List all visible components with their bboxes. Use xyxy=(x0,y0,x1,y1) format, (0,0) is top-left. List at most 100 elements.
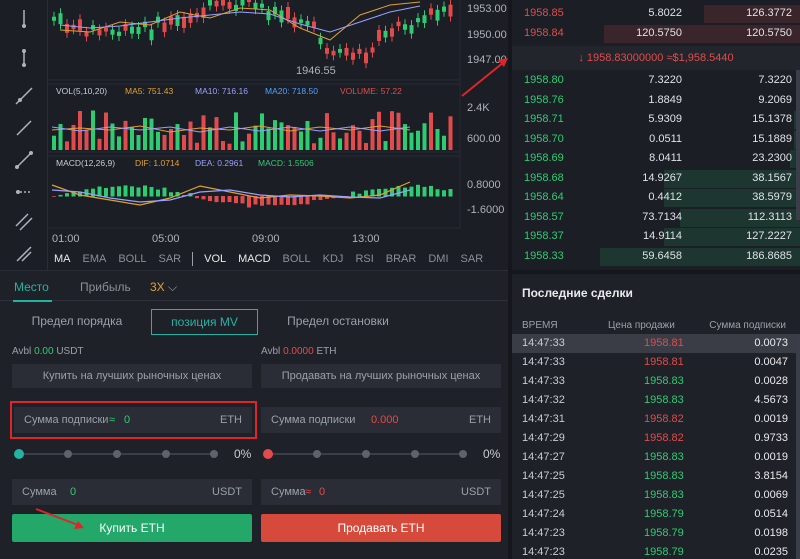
macd-histogram-bar xyxy=(117,186,121,197)
bid-total: 186.8685 xyxy=(746,249,792,262)
candle-body xyxy=(435,9,440,21)
recent-trades: Последние сделки ВРЕМЯ Цена продажи Сумм… xyxy=(512,270,800,559)
volume-bar xyxy=(247,133,251,150)
ask-row[interactable]: 1958.85 5.8022 126.3772 xyxy=(512,4,800,24)
bid-row[interactable]: 1958.69 8.0411 23.2300 xyxy=(512,149,800,169)
volume-bar xyxy=(195,142,199,150)
tab-ma[interactable]: MA xyxy=(48,253,77,265)
candle-body xyxy=(260,3,264,8)
tab-kdj[interactable]: KDJ xyxy=(317,253,350,265)
slider-handle[interactable] xyxy=(14,449,24,459)
volume-bar xyxy=(156,131,160,150)
tab-market-order[interactable]: позиция MV xyxy=(151,309,258,335)
tab-place-order[interactable]: Место xyxy=(13,280,52,302)
segment-tool-icon[interactable] xyxy=(14,150,34,170)
tab-macd[interactable]: MACD xyxy=(232,253,276,265)
bid-row[interactable]: 1958.57 73.7134 112.3113 xyxy=(512,208,800,228)
sell-percent-slider[interactable]: 0% xyxy=(261,447,505,461)
sell-total-input[interactable]: Сумма ≈ 0 USDT xyxy=(261,479,501,505)
sell-eth-button[interactable]: Продавать ETH xyxy=(261,514,501,542)
tab-limit-order[interactable]: Предел порядка xyxy=(12,309,142,335)
volume-bar xyxy=(149,118,154,150)
slider-stop-100[interactable] xyxy=(459,450,467,458)
slider-stop-75[interactable] xyxy=(162,450,170,458)
vol-tick-1: 2.4K xyxy=(467,102,490,114)
parallel-channel-tool-icon[interactable] xyxy=(14,212,34,232)
macd-legend-macd: MACD: 1.5506 xyxy=(258,158,314,168)
ask-amount: 120.5750 xyxy=(636,27,682,39)
trade-qty: 0.0019 xyxy=(754,451,788,463)
tab-ema[interactable]: EMA xyxy=(77,253,113,265)
candle-body xyxy=(97,29,102,36)
tab-rsi[interactable]: RSI xyxy=(349,253,379,265)
macd-histogram-bar xyxy=(279,196,284,205)
trade-price: 1958.83 xyxy=(644,451,684,463)
trend-line-tool-icon[interactable] xyxy=(14,118,34,138)
trade-price: 1958.83 xyxy=(644,470,684,482)
tab-sar-main[interactable]: SAR xyxy=(152,253,187,265)
ask-row[interactable]: 1958.84 120.5750 120.5750 xyxy=(512,24,800,44)
sell-total-label: Сумма xyxy=(271,486,306,498)
vertical-line-tool-icon[interactable] xyxy=(14,8,34,28)
bid-row[interactable]: 1958.80 7.3220 7.3220 xyxy=(512,71,800,91)
bid-row[interactable]: 1958.33 59.6458 186.8685 xyxy=(512,247,800,267)
tab-sar-sub[interactable]: SAR xyxy=(455,253,490,265)
slider-handle[interactable] xyxy=(263,449,273,459)
macd-histogram-bar xyxy=(442,190,446,197)
tab-vol[interactable]: VOL xyxy=(198,253,232,265)
leverage-selector[interactable]: 3X ⌵ xyxy=(150,280,177,295)
slider-stop-50[interactable] xyxy=(362,450,370,458)
tab-profit[interactable]: Прибыль xyxy=(80,280,131,294)
volume-bar xyxy=(52,135,56,150)
ask-price: 1958.85 xyxy=(524,7,564,19)
bid-price: 1958.33 xyxy=(524,249,564,262)
horizontal-ray-tool-icon[interactable] xyxy=(14,182,34,202)
candle-body xyxy=(253,2,258,10)
tab-brar[interactable]: BRAR xyxy=(380,253,423,265)
tab-stop-limit[interactable]: Предел остановки xyxy=(268,309,408,335)
order-type-tabs: Предел порядка позиция MV Предел останов… xyxy=(0,309,508,335)
volume-bar xyxy=(351,125,355,150)
macd-histogram-bar xyxy=(221,196,225,203)
tab-boll-main[interactable]: BOLL xyxy=(112,253,152,265)
bid-amount: 0.0511 xyxy=(649,132,682,145)
candle-body xyxy=(104,27,108,32)
buy-avbl-value: 0.00 xyxy=(34,346,54,357)
buy-total-label: Сумма xyxy=(22,486,57,498)
trade-qty: 4.5673 xyxy=(754,394,788,406)
tab-dmi[interactable]: DMI xyxy=(422,253,454,265)
ray-tool-icon[interactable] xyxy=(14,86,34,106)
tab-boll-sub[interactable]: BOLL xyxy=(277,253,317,265)
candle-body xyxy=(409,25,414,34)
buy-percent-slider[interactable]: 0% xyxy=(12,447,256,461)
bid-row[interactable]: 1958.76 1.8849 9.2069 xyxy=(512,91,800,111)
trade-time: 14:47:23 xyxy=(522,546,565,558)
volume-bar xyxy=(383,141,388,150)
buy-avbl-label: Avbl xyxy=(12,346,32,357)
bid-row[interactable]: 1958.71 5.9309 15.1378 xyxy=(512,110,800,130)
buy-total-input[interactable]: Сумма 0 USDT xyxy=(12,479,252,505)
annotation-arrow-buy xyxy=(35,508,84,529)
sell-amount-input[interactable]: Сумма подписки 0.000 ETH xyxy=(261,407,501,433)
trades-scrollbar[interactable] xyxy=(796,334,800,559)
bid-row[interactable]: 1958.68 14.9267 38.1567 xyxy=(512,169,800,189)
sell-amount-unit: ETH xyxy=(469,414,491,426)
bid-row[interactable]: 1958.64 0.4412 38.5979 xyxy=(512,188,800,208)
vertical-segment-tool-icon[interactable] xyxy=(14,48,34,68)
slider-stop-50[interactable] xyxy=(113,450,121,458)
volume-bar xyxy=(162,134,167,150)
slider-stop-25[interactable] xyxy=(313,450,321,458)
pitchfork-tool-icon[interactable] xyxy=(14,244,34,264)
slider-stop-100[interactable] xyxy=(210,450,218,458)
macd-legend-label: MACD(12,26,9) xyxy=(56,158,115,168)
bid-row[interactable]: 1958.37 14.9114 127.2227 xyxy=(512,227,800,247)
macd-histogram-bar xyxy=(234,196,238,204)
slider-stop-25[interactable] xyxy=(64,450,72,458)
trade-time: 14:47:33 xyxy=(522,375,565,387)
slider-stop-75[interactable] xyxy=(411,450,419,458)
bid-row[interactable]: 1958.70 0.0511 15.1889 xyxy=(512,130,800,150)
order-book-scrollbar[interactable] xyxy=(796,70,800,220)
candle-body xyxy=(130,26,134,34)
candlestick-chart[interactable]: VOL(5,10,20) MA5: 751.43 MA10: 716.16 MA… xyxy=(0,0,508,248)
leverage-value: 3X xyxy=(150,280,165,294)
